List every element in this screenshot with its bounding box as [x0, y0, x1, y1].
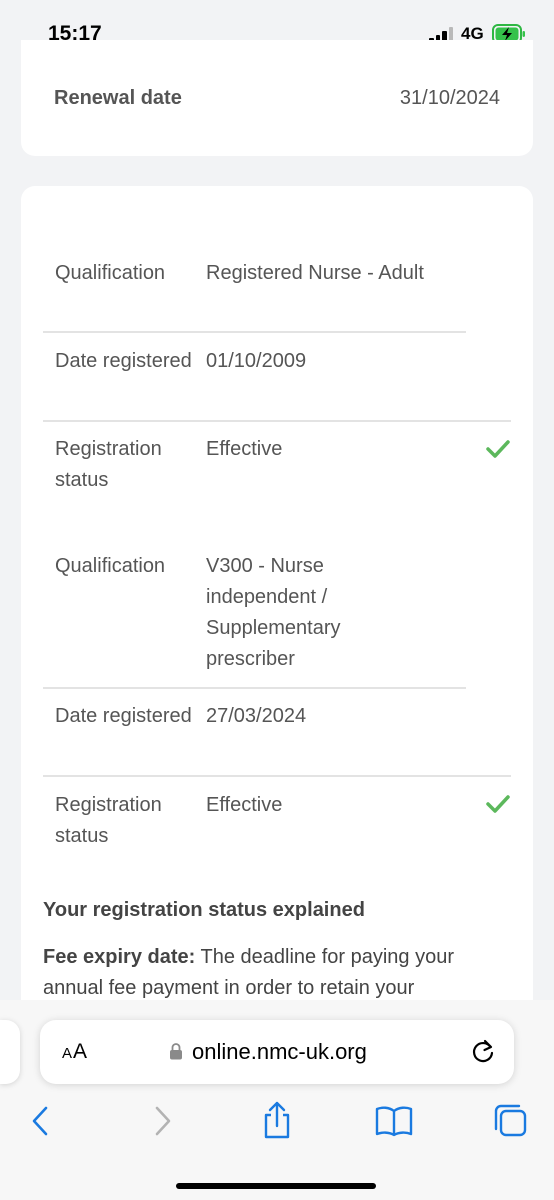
previous-tab-peek[interactable] [0, 1020, 20, 1084]
url-text[interactable]: online.nmc-uk.org [192, 1039, 367, 1065]
check-icon [486, 440, 510, 458]
registration-status-label: Registration status [55, 794, 162, 847]
row-divider [43, 687, 466, 689]
renewal-date-label: Renewal date [54, 87, 182, 109]
qualifications-card: Qualification Registered Nurse - Adult D… [21, 186, 533, 1086]
back-icon[interactable] [22, 1103, 62, 1139]
fee-expiry-term: Fee expiry date: [43, 946, 196, 968]
browser-toolbar: AA online.nmc-uk.org [0, 1000, 554, 1200]
qualification-value: V300 - Nurse independent / Supplementary… [206, 555, 341, 670]
fee-expiry-description: Fee expiry date: The deadline for paying… [43, 942, 513, 1004]
qualification-value: Registered Nurse - Adult [206, 262, 424, 284]
renewal-date-value: 31/10/2024 [399, 87, 500, 109]
check-icon [486, 795, 510, 813]
date-registered-label: Date registered [55, 350, 192, 372]
renewal-card: Renewal date 31/10/2024 [21, 40, 533, 156]
qualification-label: Qualification [55, 555, 166, 577]
row-divider [43, 775, 511, 777]
tabs-icon[interactable] [493, 1103, 533, 1139]
home-indicator [176, 1183, 376, 1189]
date-registered-value: 27/03/2024 [206, 705, 307, 727]
qualification-label: Qualification [55, 262, 166, 284]
registration-status-value: Effective [206, 438, 283, 460]
bookmarks-icon[interactable] [374, 1103, 414, 1139]
address-bar[interactable]: AA online.nmc-uk.org [40, 1020, 514, 1084]
row-divider [43, 331, 466, 333]
row-divider [43, 420, 511, 422]
lock-icon [170, 1043, 182, 1060]
share-icon[interactable] [257, 1100, 297, 1140]
forward-icon[interactable] [141, 1103, 181, 1139]
status-explained-heading: Your registration status explained [43, 899, 365, 921]
date-registered-label: Date registered [55, 705, 192, 727]
text-size-button[interactable]: AA [62, 1040, 88, 1064]
reload-icon[interactable] [470, 1038, 496, 1066]
registration-status-label: Registration status [55, 438, 162, 491]
date-registered-value: 01/10/2009 [206, 350, 307, 372]
registration-status-value: Effective [206, 794, 283, 816]
